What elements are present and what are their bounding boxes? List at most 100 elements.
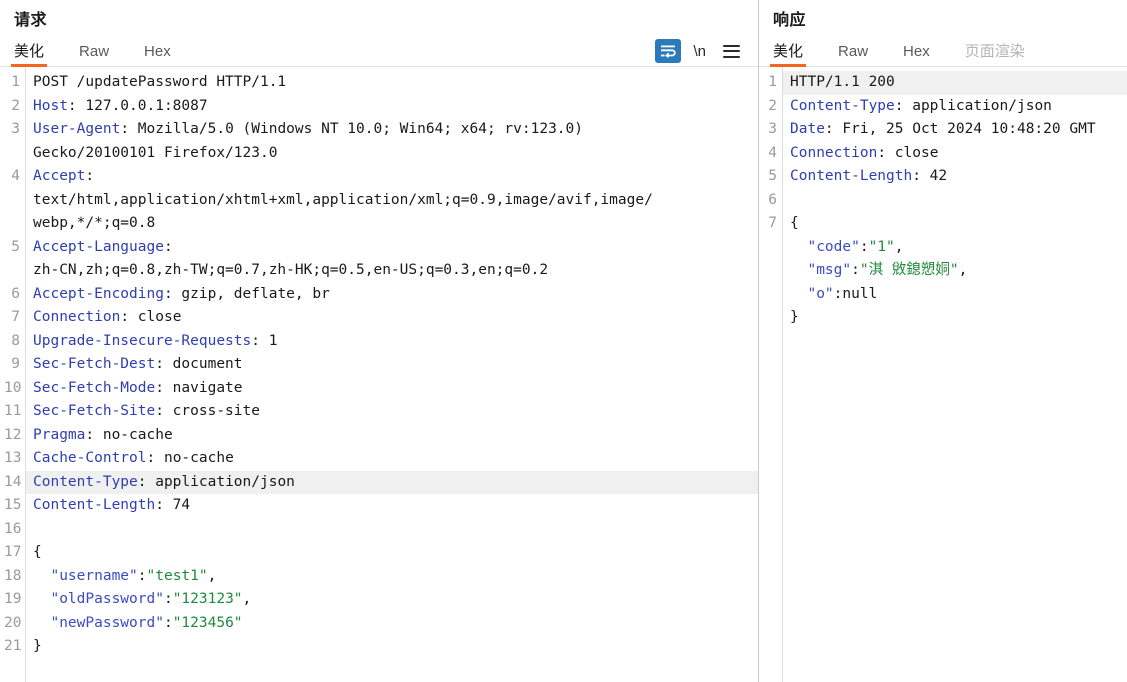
- code-line[interactable]: Upgrade-Insecure-Requests: 1: [26, 330, 758, 354]
- line-number: 16: [4, 520, 22, 537]
- code-line[interactable]: Cache-Control: no-cache: [26, 447, 758, 471]
- code-line[interactable]: Sec-Fetch-Dest: document: [26, 353, 758, 377]
- code-line[interactable]: Gecko/20100101 Firefox/123.0: [26, 142, 758, 166]
- response-line-number-gutter: 1 2 3 4 5 6 7: [759, 67, 783, 682]
- code-token: Connection: [790, 144, 878, 161]
- code-token: Accept: [33, 168, 86, 184]
- request-code-scroll[interactable]: 123 4 5 6 7 8 9 10 11 12 13 14 15 16 17 18 19 20 21 POS…: [0, 67, 758, 682]
- code-line[interactable]: Accept:: [26, 165, 758, 189]
- line-number: 20: [4, 614, 22, 631]
- code-line[interactable]: Content-Type: application/json: [783, 95, 1127, 119]
- tab-response-beautify[interactable]: 美化: [769, 43, 807, 67]
- code-token: ,: [242, 591, 252, 607]
- line-number: 15: [4, 497, 22, 513]
- code-token: "oldPassword": [50, 591, 164, 607]
- code-line[interactable]: Sec-Fetch-Mode: navigate: [26, 377, 758, 401]
- code-token: zh-CN,zh;q=0.8,zh-TW;q=0.7,zh-HK;q=0.5,e…: [33, 262, 549, 278]
- code-token: webp,*/*;q=0.8: [33, 215, 156, 231]
- code-token: Gecko/20100101 Firefox/123.0: [33, 144, 278, 161]
- response-code-lines[interactable]: HTTP/1.1 200 Content-Type: application/js…: [783, 67, 1127, 682]
- line-number: [4, 259, 20, 283]
- tab-response-render[interactable]: 页面渲染: [965, 43, 1025, 66]
- request-scrollbar[interactable]: [755, 67, 758, 682]
- code-token: "code": [807, 238, 860, 255]
- code-line[interactable]: Content-Length: 42: [783, 165, 1127, 189]
- code-line[interactable]: [783, 189, 1127, 213]
- code-token: :: [163, 238, 173, 255]
- code-line[interactable]: Date: Fri, 25 Oct 2024 10:48:20 GMT: [783, 118, 1127, 142]
- code-token: : application/json: [894, 97, 1052, 114]
- code-line[interactable]: Pragma: no-cache: [26, 424, 758, 448]
- code-line[interactable]: zh-CN,zh;q=0.8,zh-TW;q=0.7,zh-HK;q=0.5,e…: [26, 259, 758, 283]
- code-token: : no-cache: [85, 426, 173, 443]
- code-token: Connection: [33, 309, 121, 325]
- tab-request-hex[interactable]: Hex: [144, 43, 171, 66]
- code-line[interactable]: "oldPassword":"123123",: [26, 588, 758, 612]
- code-token: }: [790, 309, 799, 325]
- code-line[interactable]: text/html,application/xhtml+xml,applicat…: [26, 189, 758, 213]
- code-token: :: [851, 262, 860, 278]
- code-line[interactable]: "o":null: [783, 283, 1127, 307]
- code-line[interactable]: "msg":"淇 敓鎴愬姛",: [783, 259, 1127, 283]
- response-code-scroll[interactable]: 1 2 3 4 5 6 7 HTTP/1.1 200 Content-Type: applic…: [759, 67, 1127, 682]
- code-line[interactable]: "newPassword":"123456": [26, 612, 758, 636]
- code-line[interactable]: "username":"test1",: [26, 565, 758, 589]
- line-number: 4: [768, 144, 777, 161]
- code-line[interactable]: "code":"1",: [783, 236, 1127, 260]
- code-token: :: [85, 168, 95, 184]
- code-line[interactable]: {: [26, 541, 758, 565]
- code-token: Content-Length: [790, 168, 913, 184]
- code-line[interactable]: Host: 127.0.0.1:8087: [26, 95, 758, 119]
- line-number: 9: [11, 356, 20, 372]
- code-line[interactable]: HTTP/1.1 200: [783, 71, 1127, 95]
- line-number: 3: [11, 121, 20, 137]
- code-line[interactable]: {: [783, 212, 1127, 236]
- code-line[interactable]: [26, 518, 758, 542]
- request-code-lines[interactable]: POST /updatePassword HTTP/1.1 Host: 127.0…: [26, 67, 758, 682]
- line-number: 14: [4, 473, 22, 490]
- tab-request-raw[interactable]: Raw: [79, 43, 109, 66]
- line-number: 3: [768, 121, 777, 137]
- code-line[interactable]: Sec-Fetch-Site: cross-site: [26, 400, 758, 424]
- code-token: User-Agent: [33, 121, 121, 137]
- code-line[interactable]: webp,*/*;q=0.8: [26, 212, 758, 236]
- tab-response-hex[interactable]: Hex: [903, 43, 930, 66]
- line-number: [763, 283, 777, 307]
- code-line[interactable]: Accept-Language:: [26, 236, 758, 260]
- code-token: : cross-site: [155, 403, 260, 419]
- code-token: Cache-Control: [33, 450, 147, 466]
- newline-toggle-icon[interactable]: \n: [691, 43, 708, 60]
- request-code-area[interactable]: 123 4 5 6 7 8 9 10 11 12 13 14 15 16 17 18 19 20 21 POS…: [0, 67, 758, 682]
- code-token: Upgrade-Insecure-Requests: [33, 332, 252, 349]
- code-line[interactable]: Accept-Encoding: gzip, deflate, br: [26, 283, 758, 307]
- code-token: "msg": [807, 262, 852, 278]
- tab-response-raw[interactable]: Raw: [838, 43, 868, 66]
- code-token: ,: [207, 567, 217, 584]
- line-number: 11: [4, 403, 22, 419]
- response-tabs: 美化 Raw Hex 页面渲染: [769, 43, 1060, 67]
- code-line[interactable]: Connection: close: [783, 142, 1127, 166]
- line-number: 5: [768, 168, 777, 184]
- code-token: "o": [807, 285, 834, 302]
- line-number: [4, 142, 20, 166]
- code-line[interactable]: User-Agent: Mozilla/5.0 (Windows NT 10.0…: [26, 118, 758, 142]
- line-number: 2: [11, 97, 20, 114]
- code-line[interactable]: POST /updatePassword HTTP/1.1: [26, 71, 758, 95]
- code-token: :: [859, 238, 869, 255]
- code-line[interactable]: Content-Length: 74: [26, 494, 758, 518]
- word-wrap-icon[interactable]: [655, 39, 682, 63]
- code-token: Accept-Encoding: [33, 285, 164, 302]
- code-line[interactable]: Connection: close: [26, 306, 758, 330]
- code-line[interactable]: }: [783, 306, 1127, 330]
- response-code-area[interactable]: 1 2 3 4 5 6 7 HTTP/1.1 200 Content-Type: applic…: [759, 67, 1127, 682]
- code-line[interactable]: }: [26, 635, 758, 659]
- code-token: : Mozilla/5.0 (Windows NT 10.0; Win64; x…: [120, 121, 583, 137]
- tab-request-beautify[interactable]: 美化: [10, 43, 48, 67]
- line-number: [4, 212, 20, 236]
- response-panel: 响应 美化 Raw Hex 页面渲染 1 2 3 4 5 6 7 HTTP/1.1 200 C…: [759, 0, 1127, 682]
- line-number: 13: [4, 450, 22, 466]
- hamburger-menu-icon[interactable]: [718, 39, 744, 63]
- line-number: 6: [11, 285, 20, 302]
- code-line[interactable]: Content-Type: application/json: [26, 470, 758, 494]
